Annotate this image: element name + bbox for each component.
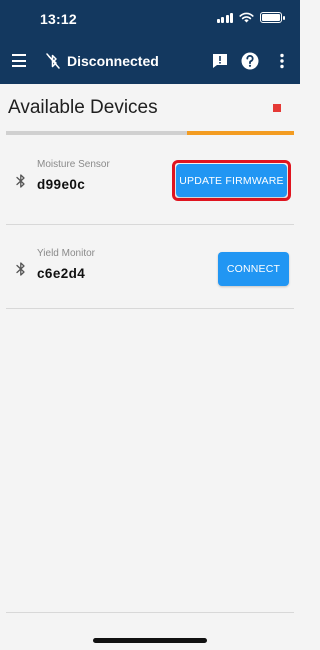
device-id: d99e0c xyxy=(37,177,86,192)
status-time: 13:12 xyxy=(40,11,77,27)
update-firmware-button[interactable]: UPDATE FIRMWARE xyxy=(176,164,287,197)
list-end-divider xyxy=(6,612,294,613)
connect-button[interactable]: CONNECT xyxy=(218,252,289,286)
feedback-icon[interactable] xyxy=(210,51,230,71)
app-bar: Disconnected xyxy=(0,42,300,82)
menu-icon[interactable] xyxy=(12,54,28,68)
more-vert-icon[interactable] xyxy=(272,51,292,71)
page-title: Available Devices xyxy=(8,97,158,118)
wifi-icon xyxy=(239,12,254,23)
help-icon[interactable] xyxy=(240,51,260,71)
device-type: Yield Monitor xyxy=(37,248,95,259)
app-header: 13:12 Disconnected xyxy=(0,0,300,84)
status-icons xyxy=(216,12,285,23)
device-list-item: Moisture Sensor d99e0c UPDATE FIRMWARE xyxy=(6,145,294,225)
scan-status-indicator xyxy=(273,104,281,112)
bluetooth-icon xyxy=(16,262,25,276)
device-list-item: Yield Monitor c6e2d4 CONNECT xyxy=(6,225,294,309)
connection-status-title: Disconnected xyxy=(67,53,159,69)
home-indicator[interactable] xyxy=(93,638,207,643)
scan-progress-fill xyxy=(187,131,294,135)
device-id: c6e2d4 xyxy=(37,266,86,281)
device-type: Moisture Sensor xyxy=(37,159,110,170)
battery-icon xyxy=(260,12,285,23)
status-bar: 13:12 xyxy=(0,0,300,40)
bluetooth-icon xyxy=(16,174,25,188)
scan-progress-bar xyxy=(6,131,294,135)
bluetooth-disabled-icon xyxy=(46,53,60,69)
cellular-signal-icon xyxy=(216,12,233,23)
